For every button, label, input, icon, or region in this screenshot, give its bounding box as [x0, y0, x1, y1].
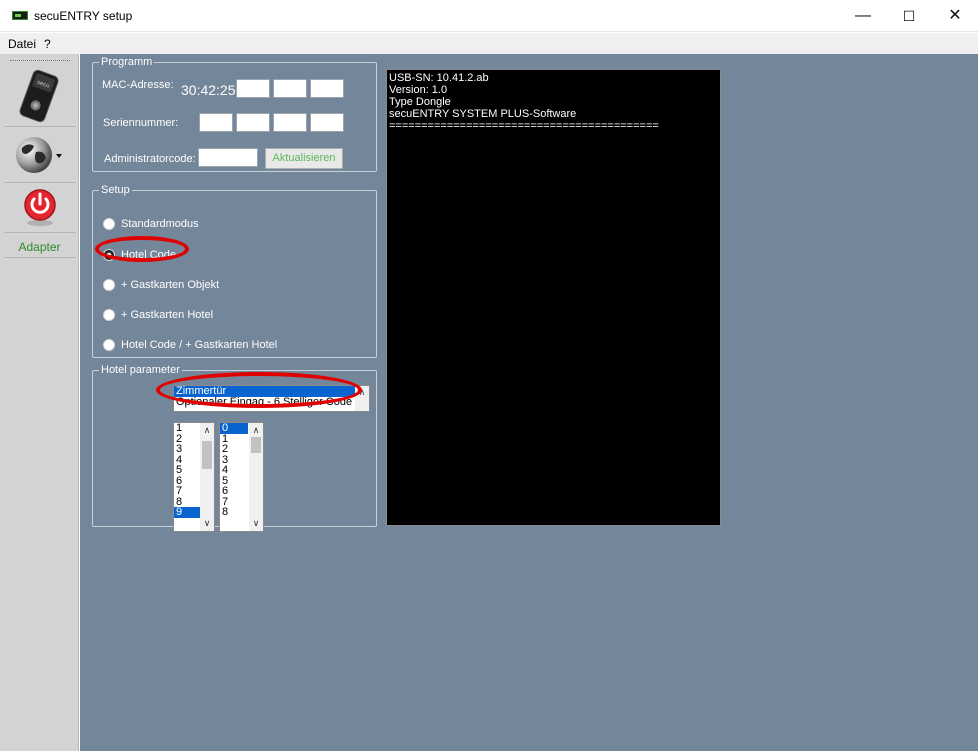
radio-label: Hotel Code [121, 249, 177, 261]
list-item[interactable]: 9 [174, 507, 202, 518]
update-button[interactable]: Aktualisieren [265, 148, 343, 169]
list-item[interactable]: 0 [220, 423, 248, 434]
console-line: ========================================… [389, 120, 659, 132]
admin-code-label: Administratorcode: [104, 153, 196, 165]
radio-label: Hotel Code / + Gastkarten Hotel [121, 339, 278, 351]
radio-button[interactable] [103, 309, 115, 321]
radio-label: + Gastkarten Objekt [121, 279, 220, 291]
title-bar: secuENTRY setup — ☐ ✕ [0, 0, 978, 32]
app-icon [12, 11, 28, 20]
adapter-label[interactable]: Adapter [0, 240, 79, 254]
console-output: USB-SN: 10.41.2.ab Version: 1.0 Type Don… [386, 69, 721, 526]
power-icon [24, 189, 56, 226]
side-toolbar: secu Adapter [0, 54, 79, 751]
mac-label: MAC-Adresse: [102, 79, 174, 91]
scroll-down-arrow-icon[interactable]: ∨ [200, 518, 214, 529]
language-button[interactable] [12, 132, 68, 183]
mac-field-3[interactable] [310, 79, 344, 98]
scroll-up-arrow-icon[interactable]: ∧ [200, 425, 214, 436]
dongle-icon: secu [19, 69, 59, 123]
programm-group: Programm MAC-Adresse: 30:42:25 Seriennum… [92, 56, 377, 172]
console-line: secuENTRY SYSTEM PLUS-Software [389, 108, 577, 120]
serial-field-4[interactable] [310, 113, 344, 132]
list-item[interactable]: 6 [220, 486, 248, 497]
main-panel: Programm MAC-Adresse: 30:42:25 Seriennum… [80, 54, 978, 751]
room-type-list[interactable]: Zimmertür Optionaler Eingag - 6 Stellige… [173, 385, 370, 412]
digit-list-b[interactable]: 0 1 2 3 4 5 6 7 8 ∧ ∨ [219, 422, 264, 532]
maximize-button[interactable]: ☐ [886, 0, 932, 32]
menu-datei[interactable]: Datei [8, 37, 36, 51]
mac-prefix: 30:42:25 [181, 82, 236, 98]
programm-legend: Programm [101, 56, 153, 68]
radio-button[interactable] [103, 218, 115, 230]
list-item[interactable]: 3 [174, 444, 202, 455]
digit-list-a-items: 1 2 3 4 5 6 7 8 9 [174, 423, 202, 518]
window-title: secuENTRY setup [34, 9, 133, 23]
list-item[interactable]: 8 [220, 507, 248, 518]
list-item[interactable]: 7 [174, 486, 202, 497]
menu-help[interactable]: ? [44, 37, 51, 51]
list-item[interactable]: 4 [220, 465, 248, 476]
radio-button[interactable] [103, 249, 115, 261]
radio-button[interactable] [103, 339, 115, 351]
radio-label: + Gastkarten Hotel [121, 309, 214, 321]
setup-group: Setup Standardmodus Hotel Code + Gastkar… [92, 184, 377, 358]
digit-list-a[interactable]: 1 2 3 4 5 6 7 8 9 ∧ ∨ [173, 422, 215, 532]
mac-field-1[interactable] [236, 79, 270, 98]
console-line: Version: 1.0 [389, 84, 448, 96]
dongle-button[interactable]: secu [16, 68, 62, 127]
digit-list-a-scrollbar[interactable]: ∧ ∨ [200, 423, 214, 531]
scroll-up-arrow-icon[interactable]: ∧ [355, 387, 369, 398]
serial-field-3[interactable] [273, 113, 307, 132]
admin-code-field[interactable] [198, 148, 258, 167]
serial-field-2[interactable] [236, 113, 270, 132]
list-item[interactable]: 2 [220, 444, 248, 455]
serial-field-1[interactable] [199, 113, 233, 132]
radio-button[interactable] [103, 279, 115, 291]
toolbar-separator [4, 232, 76, 233]
toolbar-grip [10, 60, 70, 61]
console-line: USB-SN: 10.41.2.ab [389, 72, 489, 84]
scroll-thumb[interactable] [202, 441, 212, 469]
close-button[interactable]: ✕ [932, 0, 978, 32]
power-button[interactable] [22, 188, 58, 231]
menu-bar: Datei ? [0, 33, 978, 54]
console-line: Type Dongle [389, 96, 451, 108]
toolbar-separator [4, 182, 76, 183]
room-type-scrollbar[interactable]: ∧ [355, 386, 369, 411]
serial-label: Seriennummer: [103, 117, 179, 129]
list-item[interactable]: Optionaler Eingag - 6 Stelliger Code [174, 397, 369, 408]
digit-list-b-scrollbar[interactable]: ∧ ∨ [249, 423, 263, 531]
globe-icon [16, 137, 62, 173]
toolbar-separator [4, 126, 76, 127]
hotel-parameter-legend: Hotel parameter [101, 364, 180, 376]
scroll-up-arrow-icon[interactable]: ∧ [249, 425, 263, 436]
mac-field-2[interactable] [273, 79, 307, 98]
minimize-button[interactable]: — [840, 0, 886, 32]
scroll-down-arrow-icon[interactable]: ∨ [249, 518, 263, 529]
hotel-parameter-group: Hotel parameter Zimmertür Optionaler Ein… [92, 364, 377, 532]
setup-legend: Setup [101, 184, 130, 196]
scroll-thumb[interactable] [251, 437, 261, 453]
radio-label: Standardmodus [121, 218, 199, 230]
list-item[interactable]: 1 [174, 423, 202, 434]
digit-list-b-items: 0 1 2 3 4 5 6 7 8 [220, 423, 248, 518]
toolbar-separator [4, 257, 76, 258]
list-item[interactable]: 5 [174, 465, 202, 476]
